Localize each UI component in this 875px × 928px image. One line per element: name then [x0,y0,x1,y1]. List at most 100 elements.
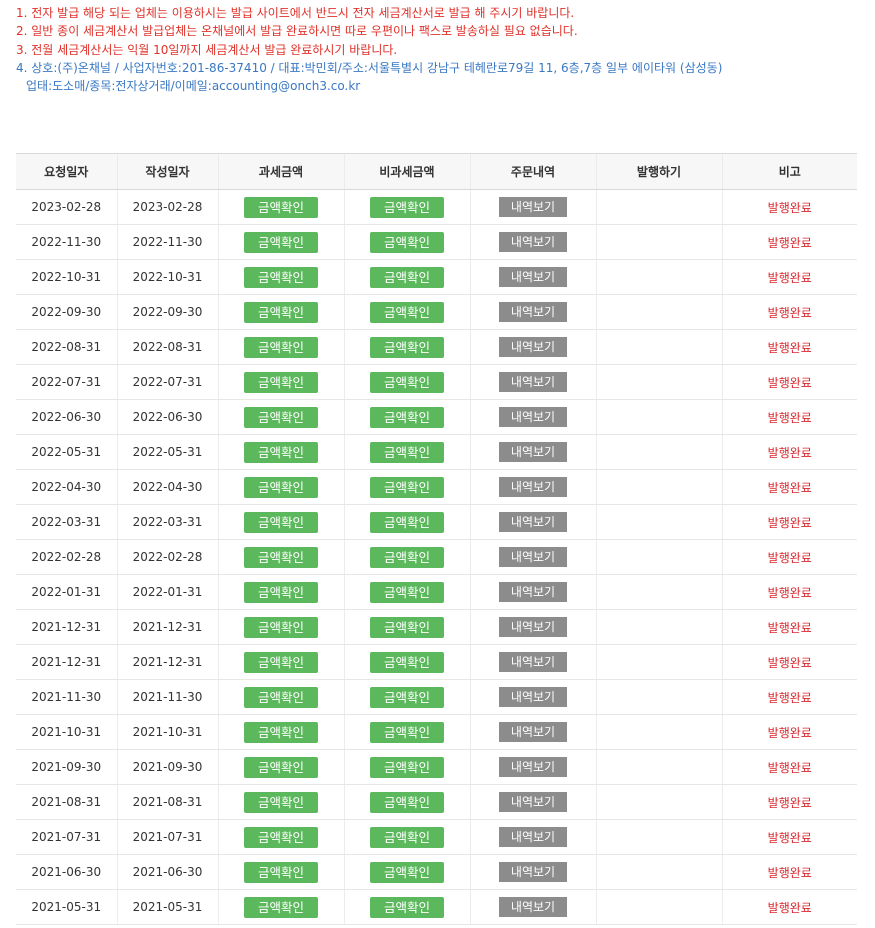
view-order-details-button[interactable]: 내역보기 [499,477,567,497]
check-taxable-amount-button[interactable]: 금액확인 [244,651,318,673]
notice-line-5: 업태:도소매/종목:전자상거래/이메일:accounting@onch3.co.… [26,79,361,94]
order-details-cell: 내역보기 [469,504,596,540]
check-taxable-amount-button[interactable]: 금액확인 [244,266,318,288]
table-row: 2022-06-30 2022-06-30 금액확인 금액확인 내역보기 발행완료 [16,399,857,435]
check-nontaxable-amount-button[interactable]: 금액확인 [370,476,444,498]
order-details-cell: 내역보기 [469,259,596,295]
table-row: 2021-12-31 2021-12-31 금액확인 금액확인 내역보기 발행완료 [16,644,857,680]
check-taxable-amount-button[interactable]: 금액확인 [244,406,318,428]
status-badge: 발행완료 [767,445,812,460]
header-written-date: 작성일자 [116,153,218,190]
check-nontaxable-amount-button[interactable]: 금액확인 [370,336,444,358]
order-details-cell: 내역보기 [469,294,596,330]
check-taxable-amount-button[interactable]: 금액확인 [244,511,318,533]
table-row: 2021-11-30 2021-11-30 금액확인 금액확인 내역보기 발행완료 [16,679,857,715]
check-taxable-amount-button[interactable]: 금액확인 [244,301,318,323]
header-remarks: 비고 [721,153,857,190]
check-taxable-amount-button[interactable]: 금액확인 [244,231,318,253]
view-order-details-button[interactable]: 내역보기 [499,442,567,462]
remarks-cell: 발행완료 [721,329,857,365]
table-row: 2021-12-31 2021-12-31 금액확인 금액확인 내역보기 발행완료 [16,609,857,645]
check-taxable-amount-button[interactable]: 금액확인 [244,441,318,463]
view-order-details-button[interactable]: 내역보기 [499,652,567,672]
issue-cell [595,854,722,890]
check-taxable-amount-button[interactable]: 금액확인 [244,336,318,358]
check-nontaxable-amount-button[interactable]: 금액확인 [370,721,444,743]
table-row: 2022-05-31 2022-05-31 금액확인 금액확인 내역보기 발행완료 [16,434,857,470]
check-nontaxable-amount-button[interactable]: 금액확인 [370,371,444,393]
check-nontaxable-amount-button[interactable]: 금액확인 [370,511,444,533]
written-date-cell: 2022-06-30 [116,399,218,435]
check-taxable-amount-button[interactable]: 금액확인 [244,791,318,813]
view-order-details-button[interactable]: 내역보기 [499,757,567,777]
check-taxable-amount-button[interactable]: 금액확인 [244,721,318,743]
table-row: 2021-06-30 2021-06-30 금액확인 금액확인 내역보기 발행완료 [16,854,857,890]
view-order-details-button[interactable]: 내역보기 [499,197,567,217]
check-nontaxable-amount-button[interactable]: 금액확인 [370,301,444,323]
table-body: 2023-02-28 2023-02-28 금액확인 금액확인 내역보기 발행완료 2022… [16,189,857,925]
request-date-cell: 2022-01-31 [16,574,117,610]
written-date-cell: 2022-02-28 [116,539,218,575]
view-order-details-button[interactable]: 내역보기 [499,547,567,567]
written-date-cell: 2023-02-28 [116,189,218,225]
status-badge: 발행완료 [767,865,812,880]
check-taxable-amount-button[interactable]: 금액확인 [244,861,318,883]
check-taxable-amount-button[interactable]: 금액확인 [244,196,318,218]
check-taxable-amount-button[interactable]: 금액확인 [244,546,318,568]
status-badge: 발행완료 [767,620,812,635]
request-date-cell: 2022-09-30 [16,294,117,330]
view-order-details-button[interactable]: 내역보기 [499,722,567,742]
remarks-cell: 발행완료 [721,714,857,750]
check-nontaxable-amount-button[interactable]: 금액확인 [370,581,444,603]
check-taxable-amount-button[interactable]: 금액확인 [244,686,318,708]
view-order-details-button[interactable]: 내역보기 [499,302,567,322]
view-order-details-button[interactable]: 내역보기 [499,617,567,637]
request-date-cell: 2022-08-31 [16,329,117,365]
check-nontaxable-amount-button[interactable]: 금액확인 [370,441,444,463]
check-taxable-amount-button[interactable]: 금액확인 [244,581,318,603]
check-nontaxable-amount-button[interactable]: 금액확인 [370,266,444,288]
check-taxable-amount-button[interactable]: 금액확인 [244,826,318,848]
view-order-details-button[interactable]: 내역보기 [499,827,567,847]
check-nontaxable-amount-button[interactable]: 금액확인 [370,861,444,883]
check-nontaxable-amount-button[interactable]: 금액확인 [370,406,444,428]
check-nontaxable-amount-button[interactable]: 금액확인 [370,826,444,848]
check-taxable-amount-button[interactable]: 금액확인 [244,371,318,393]
header-nontaxable-amount: 비과세금액 [343,153,470,190]
written-date-cell: 2021-08-31 [116,784,218,820]
check-taxable-amount-button[interactable]: 금액확인 [244,756,318,778]
view-order-details-button[interactable]: 내역보기 [499,337,567,357]
view-order-details-button[interactable]: 내역보기 [499,792,567,812]
check-taxable-amount-button[interactable]: 금액확인 [244,616,318,638]
view-order-details-button[interactable]: 내역보기 [499,267,567,287]
check-nontaxable-amount-button[interactable]: 금액확인 [370,686,444,708]
view-order-details-button[interactable]: 내역보기 [499,862,567,882]
written-date-cell: 2022-05-31 [116,434,218,470]
issue-cell [595,714,722,750]
view-order-details-button[interactable]: 내역보기 [499,897,567,917]
check-taxable-amount-button[interactable]: 금액확인 [244,476,318,498]
request-date-cell: 2022-02-28 [16,539,117,575]
notice-line-2: 2. 일반 종이 세금계산서 발급업체는 온채널에서 발급 완료하시면 따로 우… [16,24,578,39]
remarks-cell: 발행완료 [721,854,857,890]
view-order-details-button[interactable]: 내역보기 [499,582,567,602]
check-nontaxable-amount-button[interactable]: 금액확인 [370,651,444,673]
order-details-cell: 내역보기 [469,609,596,645]
check-nontaxable-amount-button[interactable]: 금액확인 [370,896,444,918]
check-nontaxable-amount-button[interactable]: 금액확인 [370,196,444,218]
check-nontaxable-amount-button[interactable]: 금액확인 [370,756,444,778]
view-order-details-button[interactable]: 내역보기 [499,232,567,252]
check-nontaxable-amount-button[interactable]: 금액확인 [370,791,444,813]
request-date-cell: 2021-07-31 [16,819,117,855]
check-nontaxable-amount-button[interactable]: 금액확인 [370,616,444,638]
check-taxable-amount-button[interactable]: 금액확인 [244,896,318,918]
view-order-details-button[interactable]: 내역보기 [499,512,567,532]
issue-cell [595,294,722,330]
check-nontaxable-amount-button[interactable]: 금액확인 [370,546,444,568]
nontaxable-amount-cell: 금액확인 [343,434,470,470]
view-order-details-button[interactable]: 내역보기 [499,407,567,427]
request-date-cell: 2022-05-31 [16,434,117,470]
view-order-details-button[interactable]: 내역보기 [499,372,567,392]
check-nontaxable-amount-button[interactable]: 금액확인 [370,231,444,253]
view-order-details-button[interactable]: 내역보기 [499,687,567,707]
